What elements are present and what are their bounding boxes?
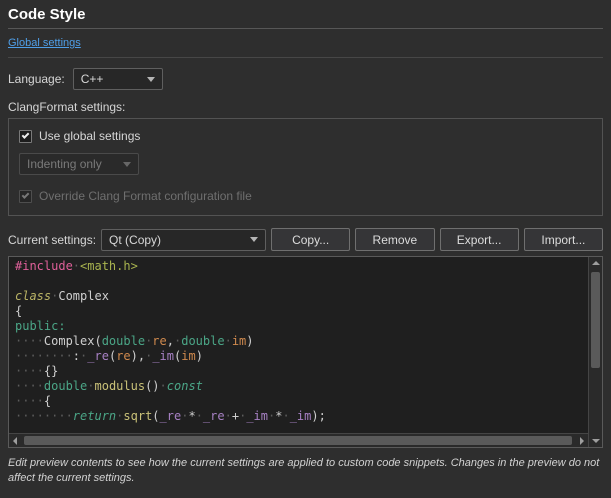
chevron-down-icon xyxy=(123,162,131,167)
vertical-scrollbar[interactable] xyxy=(588,257,602,447)
current-settings-row: Current settings: Qt (Copy) Copy... Remo… xyxy=(8,228,603,251)
current-settings-combo[interactable]: Qt (Copy) xyxy=(101,229,266,251)
code-lines: #include·<math.h> class·Complex{public:·… xyxy=(15,259,586,433)
override-clangformat-checkbox: Override Clang Format configuration file xyxy=(19,189,592,203)
horizontal-scrollbar-thumb[interactable] xyxy=(24,436,572,445)
clangformat-group-label: ClangFormat settings: xyxy=(8,100,603,114)
import-button[interactable]: Import... xyxy=(524,228,603,251)
code-line: class·Complex xyxy=(15,289,586,304)
footer-note: Edit preview contents to see how the cur… xyxy=(8,456,603,487)
language-combo[interactable]: C++ xyxy=(73,68,163,90)
code-line: ····double·modulus()·const xyxy=(15,379,586,394)
use-global-settings-label: Use global settings xyxy=(39,129,140,143)
global-settings-link[interactable]: Global settings xyxy=(8,37,81,49)
code-line: ····{ xyxy=(15,394,586,409)
export-button[interactable]: Export... xyxy=(440,228,519,251)
clangformat-group: Use global settings Indenting only Overr… xyxy=(8,118,603,216)
page-title: Code Style xyxy=(8,6,603,23)
checkbox-icon xyxy=(19,190,32,203)
scroll-left-icon[interactable] xyxy=(9,434,22,447)
current-settings-value: Qt (Copy) xyxy=(109,233,161,247)
checkmark-icon xyxy=(22,191,30,199)
code-line: ········return·sqrt(_re·*·_re·+·_im·*·_i… xyxy=(15,409,586,424)
scroll-down-icon[interactable] xyxy=(589,434,602,447)
language-combo-value: C++ xyxy=(81,72,104,86)
code-line: ····{} xyxy=(15,364,586,379)
code-style-page: Code Style Global settings Language: C++… xyxy=(0,0,611,498)
code-line: public: xyxy=(15,319,586,334)
indenting-mode-combo: Indenting only xyxy=(19,153,139,175)
code-line xyxy=(15,274,586,289)
code-line: ····Complex(double·re,·double·im) xyxy=(15,334,586,349)
code-preview-editor[interactable]: #include·<math.h> class·Complex{public:·… xyxy=(8,256,603,448)
checkbox-icon xyxy=(19,130,32,143)
scroll-up-icon[interactable] xyxy=(589,257,602,270)
code-line: ········:·_re(re),·_im(im) xyxy=(15,349,586,364)
language-label: Language: xyxy=(8,72,65,86)
link-divider xyxy=(8,57,603,58)
vertical-scrollbar-thumb[interactable] xyxy=(591,272,600,368)
chevron-down-icon xyxy=(250,237,258,242)
current-settings-label: Current settings: xyxy=(8,233,96,247)
indenting-mode-value: Indenting only xyxy=(27,157,102,171)
title-divider xyxy=(8,28,603,29)
scroll-right-icon[interactable] xyxy=(575,434,588,447)
checkmark-icon xyxy=(22,131,30,139)
code-line: #include·<math.h> xyxy=(15,259,586,274)
copy-button[interactable]: Copy... xyxy=(271,228,350,251)
use-global-settings-checkbox[interactable]: Use global settings xyxy=(19,129,592,143)
code-line: { xyxy=(15,304,586,319)
language-row: Language: C++ xyxy=(8,68,603,90)
remove-button[interactable]: Remove xyxy=(355,228,434,251)
horizontal-scrollbar[interactable] xyxy=(9,433,588,447)
override-clangformat-label: Override Clang Format configuration file xyxy=(39,189,252,203)
chevron-down-icon xyxy=(147,77,155,82)
